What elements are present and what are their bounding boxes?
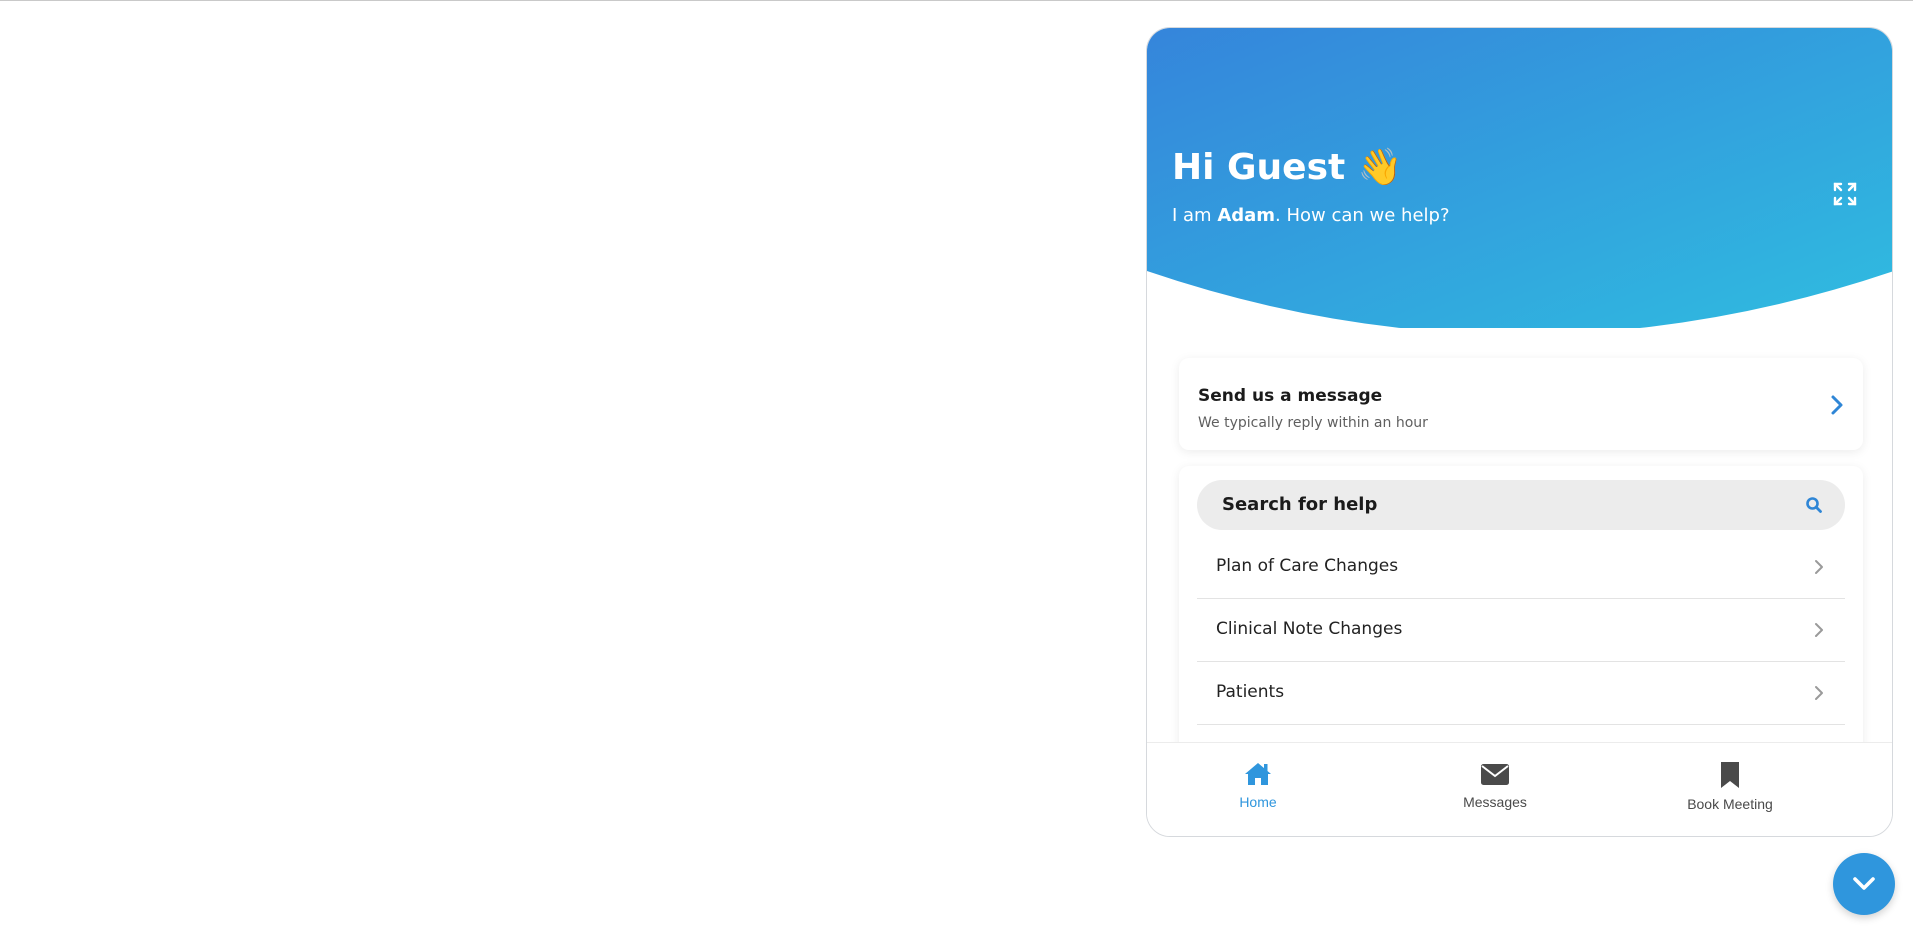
chevron-right-icon xyxy=(1815,623,1823,637)
help-center-card: Search for help Plan of Care Changes Cli… xyxy=(1179,466,1863,776)
greeting-subtitle: I am Adam. How can we help? xyxy=(1172,205,1450,226)
nav-label-messages: Messages xyxy=(1463,794,1527,810)
top-border xyxy=(0,0,1913,1)
nav-book-meeting[interactable]: Book Meeting xyxy=(1660,761,1800,812)
greeting-heading: Hi Guest 👋 xyxy=(1172,146,1403,188)
help-item-label: Clinical Note Changes xyxy=(1216,619,1403,639)
bottom-navigation: Home Messages Book Meeting xyxy=(1147,742,1892,836)
widget-header: Hi Guest 👋 I am Adam. How can we help? xyxy=(1147,28,1892,328)
help-item-plan-of-care[interactable]: Plan of Care Changes xyxy=(1197,536,1845,599)
wave-emoji: 👋 xyxy=(1357,147,1403,188)
nav-label-book-meeting: Book Meeting xyxy=(1687,796,1773,812)
nav-home[interactable]: Home xyxy=(1188,761,1328,810)
send-message-card[interactable]: Send us a message We typically reply wit… xyxy=(1179,358,1863,450)
send-message-title: Send us a message xyxy=(1198,386,1383,406)
search-help-input[interactable]: Search for help xyxy=(1197,480,1845,530)
home-icon xyxy=(1245,763,1271,785)
help-item-label: Plan of Care Changes xyxy=(1216,556,1399,576)
help-item-label: Patients xyxy=(1216,682,1285,702)
reply-time-text: We typically reply within an hour xyxy=(1198,415,1428,431)
help-item-patients[interactable]: Patients xyxy=(1197,662,1845,725)
subtitle-suffix: . How can we help? xyxy=(1275,205,1450,226)
search-placeholder: Search for help xyxy=(1222,494,1378,515)
expand-button[interactable] xyxy=(1830,179,1860,209)
agent-name: Adam xyxy=(1217,205,1276,226)
chevron-right-icon xyxy=(1831,395,1843,415)
launcher-button[interactable] xyxy=(1833,853,1895,915)
nav-messages[interactable]: Messages xyxy=(1425,761,1565,810)
chevron-down-icon xyxy=(1853,877,1875,890)
chevron-right-icon xyxy=(1815,686,1823,700)
nav-label-home: Home xyxy=(1239,794,1277,810)
bookmark-icon xyxy=(1721,762,1739,788)
help-articles-list: Plan of Care Changes Clinical Note Chang… xyxy=(1197,536,1845,725)
search-icon[interactable] xyxy=(1805,496,1823,514)
envelope-icon xyxy=(1481,764,1509,785)
help-item-clinical-note[interactable]: Clinical Note Changes xyxy=(1197,599,1845,662)
greeting-text: Hi Guest xyxy=(1172,147,1346,188)
chat-widget: Hi Guest 👋 I am Adam. How can we help? S… xyxy=(1146,27,1893,837)
chevron-right-icon xyxy=(1815,560,1823,574)
expand-icon xyxy=(1833,182,1857,206)
subtitle-prefix: I am xyxy=(1172,205,1218,226)
